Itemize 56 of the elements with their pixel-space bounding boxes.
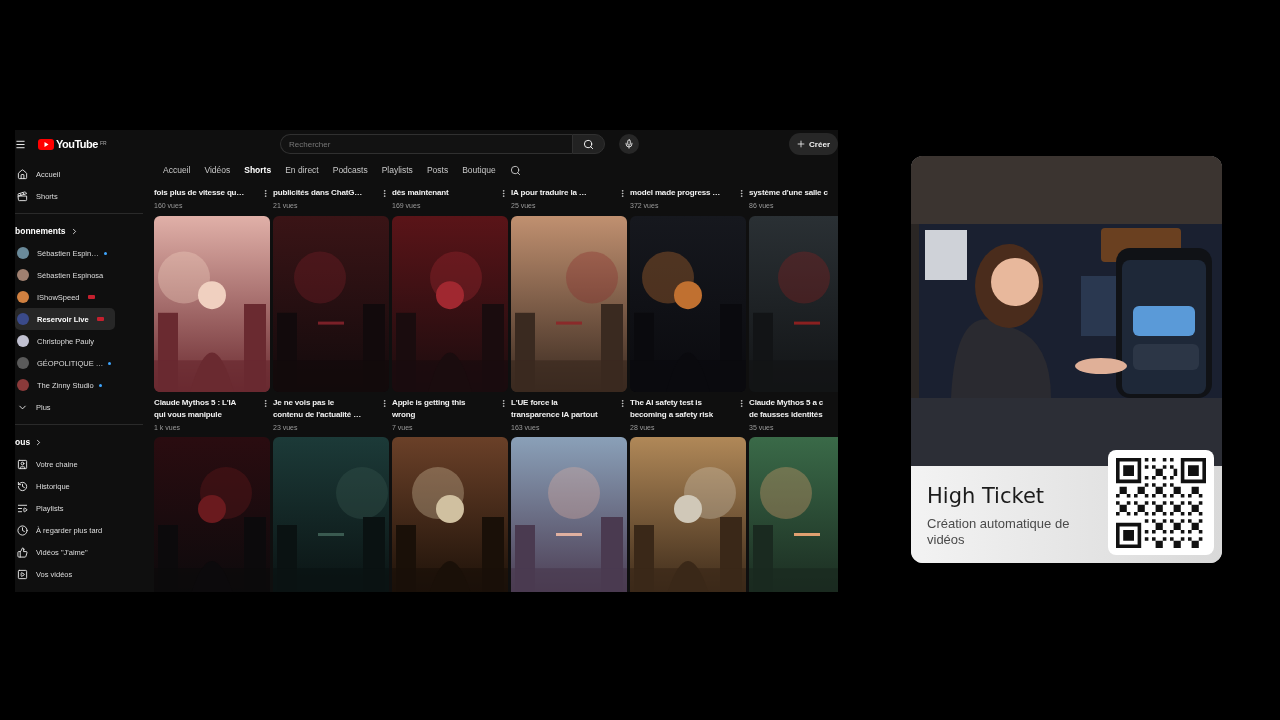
clock-icon (17, 524, 28, 536)
user-square-icon (17, 458, 28, 470)
live-icon (87, 295, 95, 299)
mic-icon (624, 139, 634, 149)
video-title[interactable]: Je ne vois pas le contenu de l'actualité … (273, 397, 362, 421)
video-title[interactable]: Claude Mythos 5 a c de fausses identités (749, 397, 824, 421)
mic-button[interactable] (619, 134, 639, 154)
qr-code-icon (1116, 457, 1206, 548)
avatar-icon (17, 269, 29, 281)
video-title[interactable]: model made progress … (630, 187, 721, 199)
channel-tab[interactable]: En direct (285, 165, 319, 175)
avatar-icon (17, 357, 29, 369)
video-title[interactable]: publicités dans ChatG… (273, 187, 363, 199)
channel-tab[interactable]: Posts (426, 165, 449, 175)
video-title[interactable]: The AI safety test is becoming a safety risk (630, 397, 713, 421)
create-button[interactable]: Créer (789, 133, 838, 155)
thumbs-up-icon (17, 546, 28, 558)
video-title[interactable]: dès maintenant (392, 187, 449, 199)
search-button[interactable] (572, 134, 605, 154)
avatar-icon (17, 335, 29, 347)
history-icon (17, 480, 28, 492)
video-title[interactable]: fois plus de vitesse qu… (154, 187, 245, 199)
new-dot (103, 251, 107, 255)
section-title: ous (15, 437, 31, 447)
channel-tab[interactable]: Podcasts (332, 165, 368, 175)
home-icon (17, 168, 28, 180)
video-title[interactable]: Apple is getting this wrong (392, 397, 466, 421)
new-dot (98, 383, 102, 387)
channel-tab[interactable]: Shorts (244, 165, 272, 175)
channel-tab[interactable]: Accueil (163, 165, 191, 175)
live-icon (96, 317, 104, 321)
video-title[interactable]: Claude Mythos 5 : L'IA qui vous manipule (154, 397, 237, 421)
channel-tab[interactable]: Boutique (462, 165, 496, 175)
list-icon (17, 502, 28, 514)
section-title: bonnements (15, 226, 66, 236)
new-dot (108, 361, 112, 365)
play-logo-icon (38, 138, 54, 150)
promo-subtitle: Création automatique de vidéos (927, 516, 1071, 548)
promo-title: High Ticket (927, 484, 1046, 508)
menu-icon[interactable] (15, 138, 26, 150)
search-icon (583, 138, 594, 150)
logo-text: YouTube (56, 138, 98, 150)
channel-tab[interactable]: Playlists (381, 165, 413, 175)
avatar-icon (17, 379, 29, 391)
play-square-icon (17, 568, 28, 580)
plus-icon (796, 139, 807, 149)
avatar-icon (17, 313, 29, 325)
channel-tab[interactable]: Vidéos (204, 165, 231, 175)
video-title[interactable]: IA pour traduire la … (511, 187, 587, 199)
video-title[interactable]: L'UE force la transparence IA partout (511, 397, 598, 421)
avatar-icon (17, 291, 29, 303)
search-icon[interactable] (509, 164, 521, 176)
avatar-icon (17, 247, 29, 259)
search-field[interactable]: Rechercher (280, 134, 572, 154)
clapperboard-icon (17, 190, 28, 202)
video-title[interactable]: système d'une salle c (749, 187, 828, 199)
